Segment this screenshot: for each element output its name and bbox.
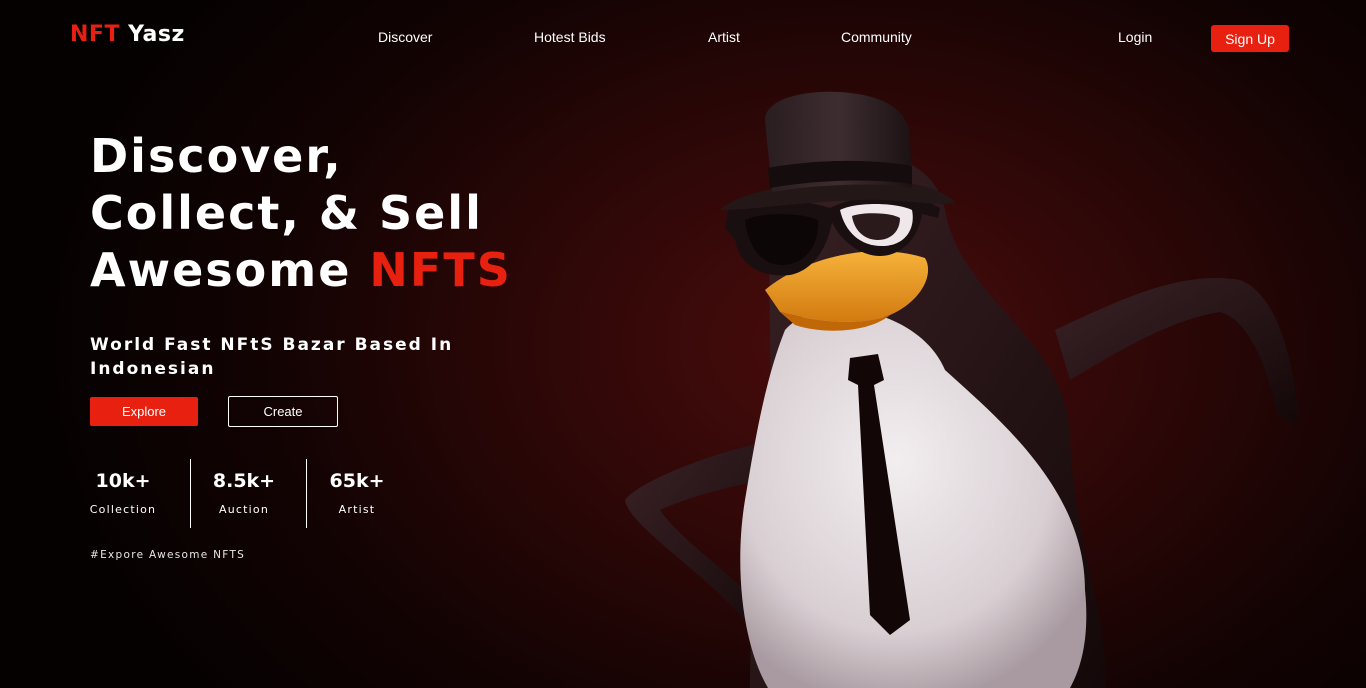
logo-text: Yasz [128, 22, 185, 47]
stat-label: Auction [218, 503, 269, 516]
stat-auction: 8.5k+ Auction [186, 470, 302, 516]
nav-artist[interactable]: Artist [708, 29, 740, 45]
logo-accent: NFT [70, 22, 120, 47]
signup-button[interactable]: Sign Up [1211, 25, 1289, 52]
stat-label: Collection [89, 503, 157, 516]
hero-title-line-1: Discover, [90, 129, 343, 183]
stat-collection: 10k+ Collection [65, 470, 181, 516]
logo[interactable]: NFT Yasz [70, 22, 185, 47]
hero-title-accent: NFTS [369, 243, 512, 297]
explore-button[interactable]: Explore [90, 397, 198, 426]
stat-artist: 65k+ Artist [299, 470, 415, 516]
hero-subtitle: World Fast NFtS Bazar Based In Indonesia… [90, 335, 454, 379]
stat-value: 10k+ [95, 470, 151, 492]
hero-tagline: #Expore Awesome NFTS [90, 549, 246, 561]
penguin-illustration [625, 91, 1298, 688]
create-button[interactable]: Create [228, 396, 338, 427]
login-link[interactable]: Login [1118, 29, 1152, 45]
navbar: NFT Yasz Discover Hotest Bids Artist Com… [0, 0, 1366, 76]
nav-hotest-bids[interactable]: Hotest Bids [534, 29, 606, 45]
nav-community[interactable]: Community [841, 29, 912, 45]
stat-value: 8.5k+ [212, 470, 276, 492]
hero-title-line-3: Awesome [90, 243, 370, 297]
hero-title: Discover, Collect, & Sell Awesome NFTS [90, 128, 512, 299]
nav-discover[interactable]: Discover [378, 29, 432, 45]
hero-title-line-2: Collect, & Sell [90, 186, 483, 240]
stat-value: 65k+ [329, 470, 385, 492]
stat-label: Artist [338, 503, 376, 516]
